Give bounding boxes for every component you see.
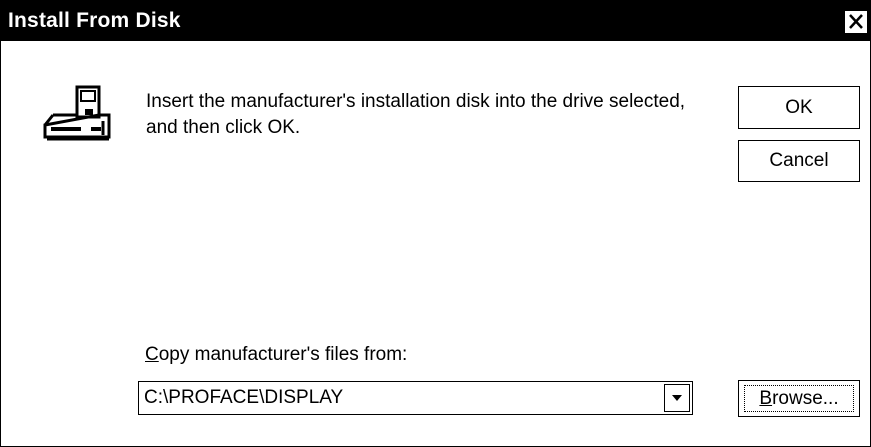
copy-from-path-value[interactable]: C:\PROFACE\DISPLAY — [144, 387, 343, 409]
browse-button[interactable]: Browse... — [738, 380, 860, 417]
browse-mnemonic: B — [759, 388, 773, 409]
combobox-dropdown-button[interactable] — [664, 384, 690, 412]
instruction-text: Insert the manufacturer's installation d… — [146, 91, 686, 138]
close-icon — [849, 14, 863, 29]
close-button[interactable] — [844, 10, 868, 34]
window-title: Install From Disk — [8, 9, 181, 32]
copy-from-mnemonic: C — [145, 344, 159, 365]
cancel-button[interactable]: Cancel — [738, 140, 860, 182]
title-bar[interactable]: Install From Disk — [1, 1, 870, 41]
ok-button[interactable]: OK — [738, 86, 860, 129]
install-from-disk-dialog: Install From Disk Insert the manufacture… — [0, 0, 871, 447]
floppy-drive-icon — [39, 83, 111, 143]
browse-label: rowse... — [772, 388, 839, 409]
copy-from-label-text: opy manufacturer's files from: — [158, 344, 408, 365]
browse-focus-outline: Browse... — [744, 385, 854, 412]
chevron-down-icon — [672, 395, 682, 401]
copy-from-combobox[interactable]: C:\PROFACE\DISPLAY — [138, 381, 693, 415]
copy-from-label: Copy manufacturer's files from: — [145, 344, 407, 366]
